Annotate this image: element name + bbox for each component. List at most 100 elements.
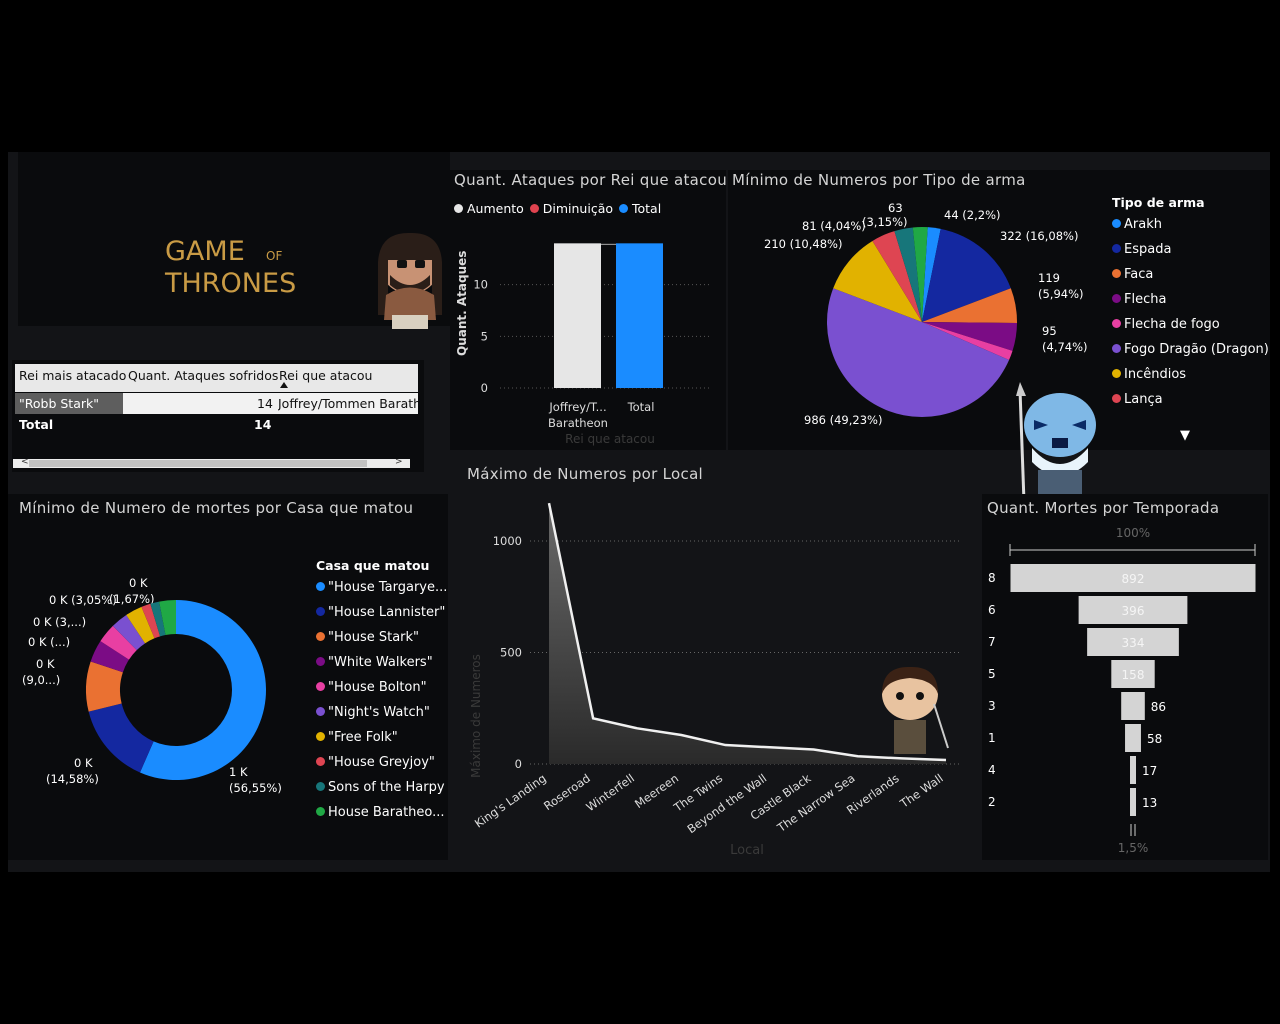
waterfall-xlabel: Rei que atacou [565,432,655,446]
donut-legend-item[interactable]: "House Bolton" [316,680,427,695]
legend-dot [316,632,325,641]
pie-label-63: 63 [888,201,903,215]
waterfall-ylabel: Quant. Ataques [455,251,469,356]
area-ytick: 0 [515,757,522,771]
pie-label-315: (3,15%) [862,215,908,229]
area-plot: Máximo de Numeros Local 0 500 1000 King's L… [469,502,960,858]
legend-dot [1112,319,1121,328]
pie-legend-title: Tipo de arma [1112,195,1205,210]
funnel-bar [1130,756,1136,784]
funnel-value: 158 [1122,668,1145,682]
funnel-value: 13 [1142,796,1157,810]
matrix-total-label: Total [19,417,54,432]
donut-label-c1: 0 K (3,...) [33,615,86,629]
funnel-value: 396 [1122,604,1145,618]
donut-legend-item[interactable]: "House Greyjoy" [316,755,435,770]
funnel-category: 1 [988,731,996,745]
donut-label-a1: 0 K [129,576,148,590]
donut-legend-item[interactable]: "House Lannister" [316,605,445,620]
scroll-left-arrow[interactable]: < [21,457,29,467]
funnel-bar [1121,692,1145,720]
logo-thrones: THRONES [164,268,296,299]
funnel-category: 6 [988,603,996,617]
pie-legend-item[interactable]: Espada [1112,242,1171,257]
funnel-value: 58 [1147,732,1162,746]
waterfall-ytick: 10 [473,278,488,292]
matrix-row[interactable]: "Robb Stark" 14 Joffrey/Tommen Barathe [15,393,418,414]
legend-label: Sons of the Harpy [328,780,445,795]
area-xtick: Beyond the Wall [685,771,770,836]
legend-label: Flecha [1124,292,1167,307]
waterfall-ytick: 5 [481,329,488,343]
legend-dot [316,732,325,741]
horizontal-scrollbar[interactable]: < > [13,457,410,468]
legend-label: "Free Folk" [328,730,398,745]
funnel-bar [1125,724,1141,752]
legend-dot [316,657,325,666]
legend-more-icon[interactable]: ▼ [1180,428,1190,443]
legend-dot [1112,344,1121,353]
legend-label: Lança [1124,392,1163,407]
sort-asc-icon[interactable] [280,382,288,388]
area-xlabel: Local [730,843,764,858]
funnel-panel: Quant. Mortes por Temporada 100% 1,5% 88… [982,494,1268,860]
area-panel: Máximo de Numeros por Local Máximo de Nu… [460,462,968,862]
pie-label-95-pct: (4,74%) [1042,340,1088,354]
donut-legend-title: Casa que matou [316,558,430,573]
warrior-character-icon [378,232,442,329]
pie-legend-item[interactable]: Arakh [1112,217,1162,232]
donut-legend-item[interactable]: "House Stark" [316,630,419,645]
logo-game: GAME [165,236,245,267]
scroll-right-arrow[interactable]: > [395,457,403,467]
logo-of: OF [266,249,282,263]
legend-dot [316,682,325,691]
waterfall-cat2: Total [627,400,655,414]
donut-legend-item[interactable]: "House Targarye... [316,580,447,595]
donut-label-e1: 0 K [36,657,55,671]
pie-legend-item[interactable]: Incêndios [1112,367,1186,382]
donut-legend-item[interactable]: Sons of the Harpy [316,780,445,795]
pie-label-95: 95 [1042,324,1057,338]
waterfall-cat1-line1: Joffrey/T... [548,400,606,414]
legend-label: "House Greyjoy" [328,755,435,770]
waterfall-bar-aumento [554,243,601,388]
donut-slice [88,703,154,773]
pie-legend-item[interactable]: Flecha de fogo [1112,317,1220,332]
pie-label-322: 322 (16,08%) [1000,229,1078,243]
area-xtick: The Narrow Sea [774,771,858,835]
pie-legend-item[interactable]: Fogo Dragão (Dragon) [1112,342,1269,357]
donut-label-g2: (56,55%) [229,781,282,795]
donut-label-d1: 0 K (...) [28,635,70,649]
funnel-bottom-pct: 1,5% [1118,841,1149,855]
donut-legend-item[interactable]: "White Walkers" [316,655,433,670]
legend-label: "House Targarye... [328,580,448,595]
pie-legend-item[interactable]: Faca [1112,267,1153,282]
matrix-cell-atacou: Joffrey/Tommen Barathe [278,396,418,411]
pie-label-81: 81 (4,04%) [802,219,866,233]
funnel-top-pct: 100% [1116,526,1150,540]
waterfall-bar-total [616,243,663,388]
pie-panel: Mínimo de Numeros por Tipo de arma 63 44… [728,170,1270,450]
donut-label-g1: 1 K [229,765,248,779]
matrix-header-atacou[interactable]: Rei que atacou [279,368,372,383]
donut-label-e2: (9,0...) [22,673,60,687]
area-xtick: King's Landing [472,771,549,831]
matrix-cell-quant: 14 [257,396,273,411]
pie-legend-item[interactable]: Lança [1112,392,1163,407]
funnel-value: 17 [1142,764,1157,778]
legend-dot [316,782,325,791]
pie-label-44: 44 (2,2%) [944,208,1000,222]
legend-label: Fogo Dragão (Dragon) [1124,342,1269,357]
legend-dot [1112,394,1121,403]
legend-dot [316,607,325,616]
legend-dot [316,582,325,591]
scrollbar-thumb[interactable] [29,460,367,467]
donut-legend-item[interactable]: House Baratheo... [316,805,445,820]
donut-legend-item[interactable]: "Free Folk" [316,730,398,745]
legend-dot [1112,269,1121,278]
donut-legend-item[interactable]: "Night's Watch" [316,705,430,720]
funnel-value: 334 [1122,636,1145,650]
pie-legend-item[interactable]: Flecha [1112,292,1166,307]
matrix-header-rei[interactable]: Rei mais atacado [19,368,126,383]
matrix-header-quant[interactable]: Quant. Ataques sofridos [128,368,278,383]
